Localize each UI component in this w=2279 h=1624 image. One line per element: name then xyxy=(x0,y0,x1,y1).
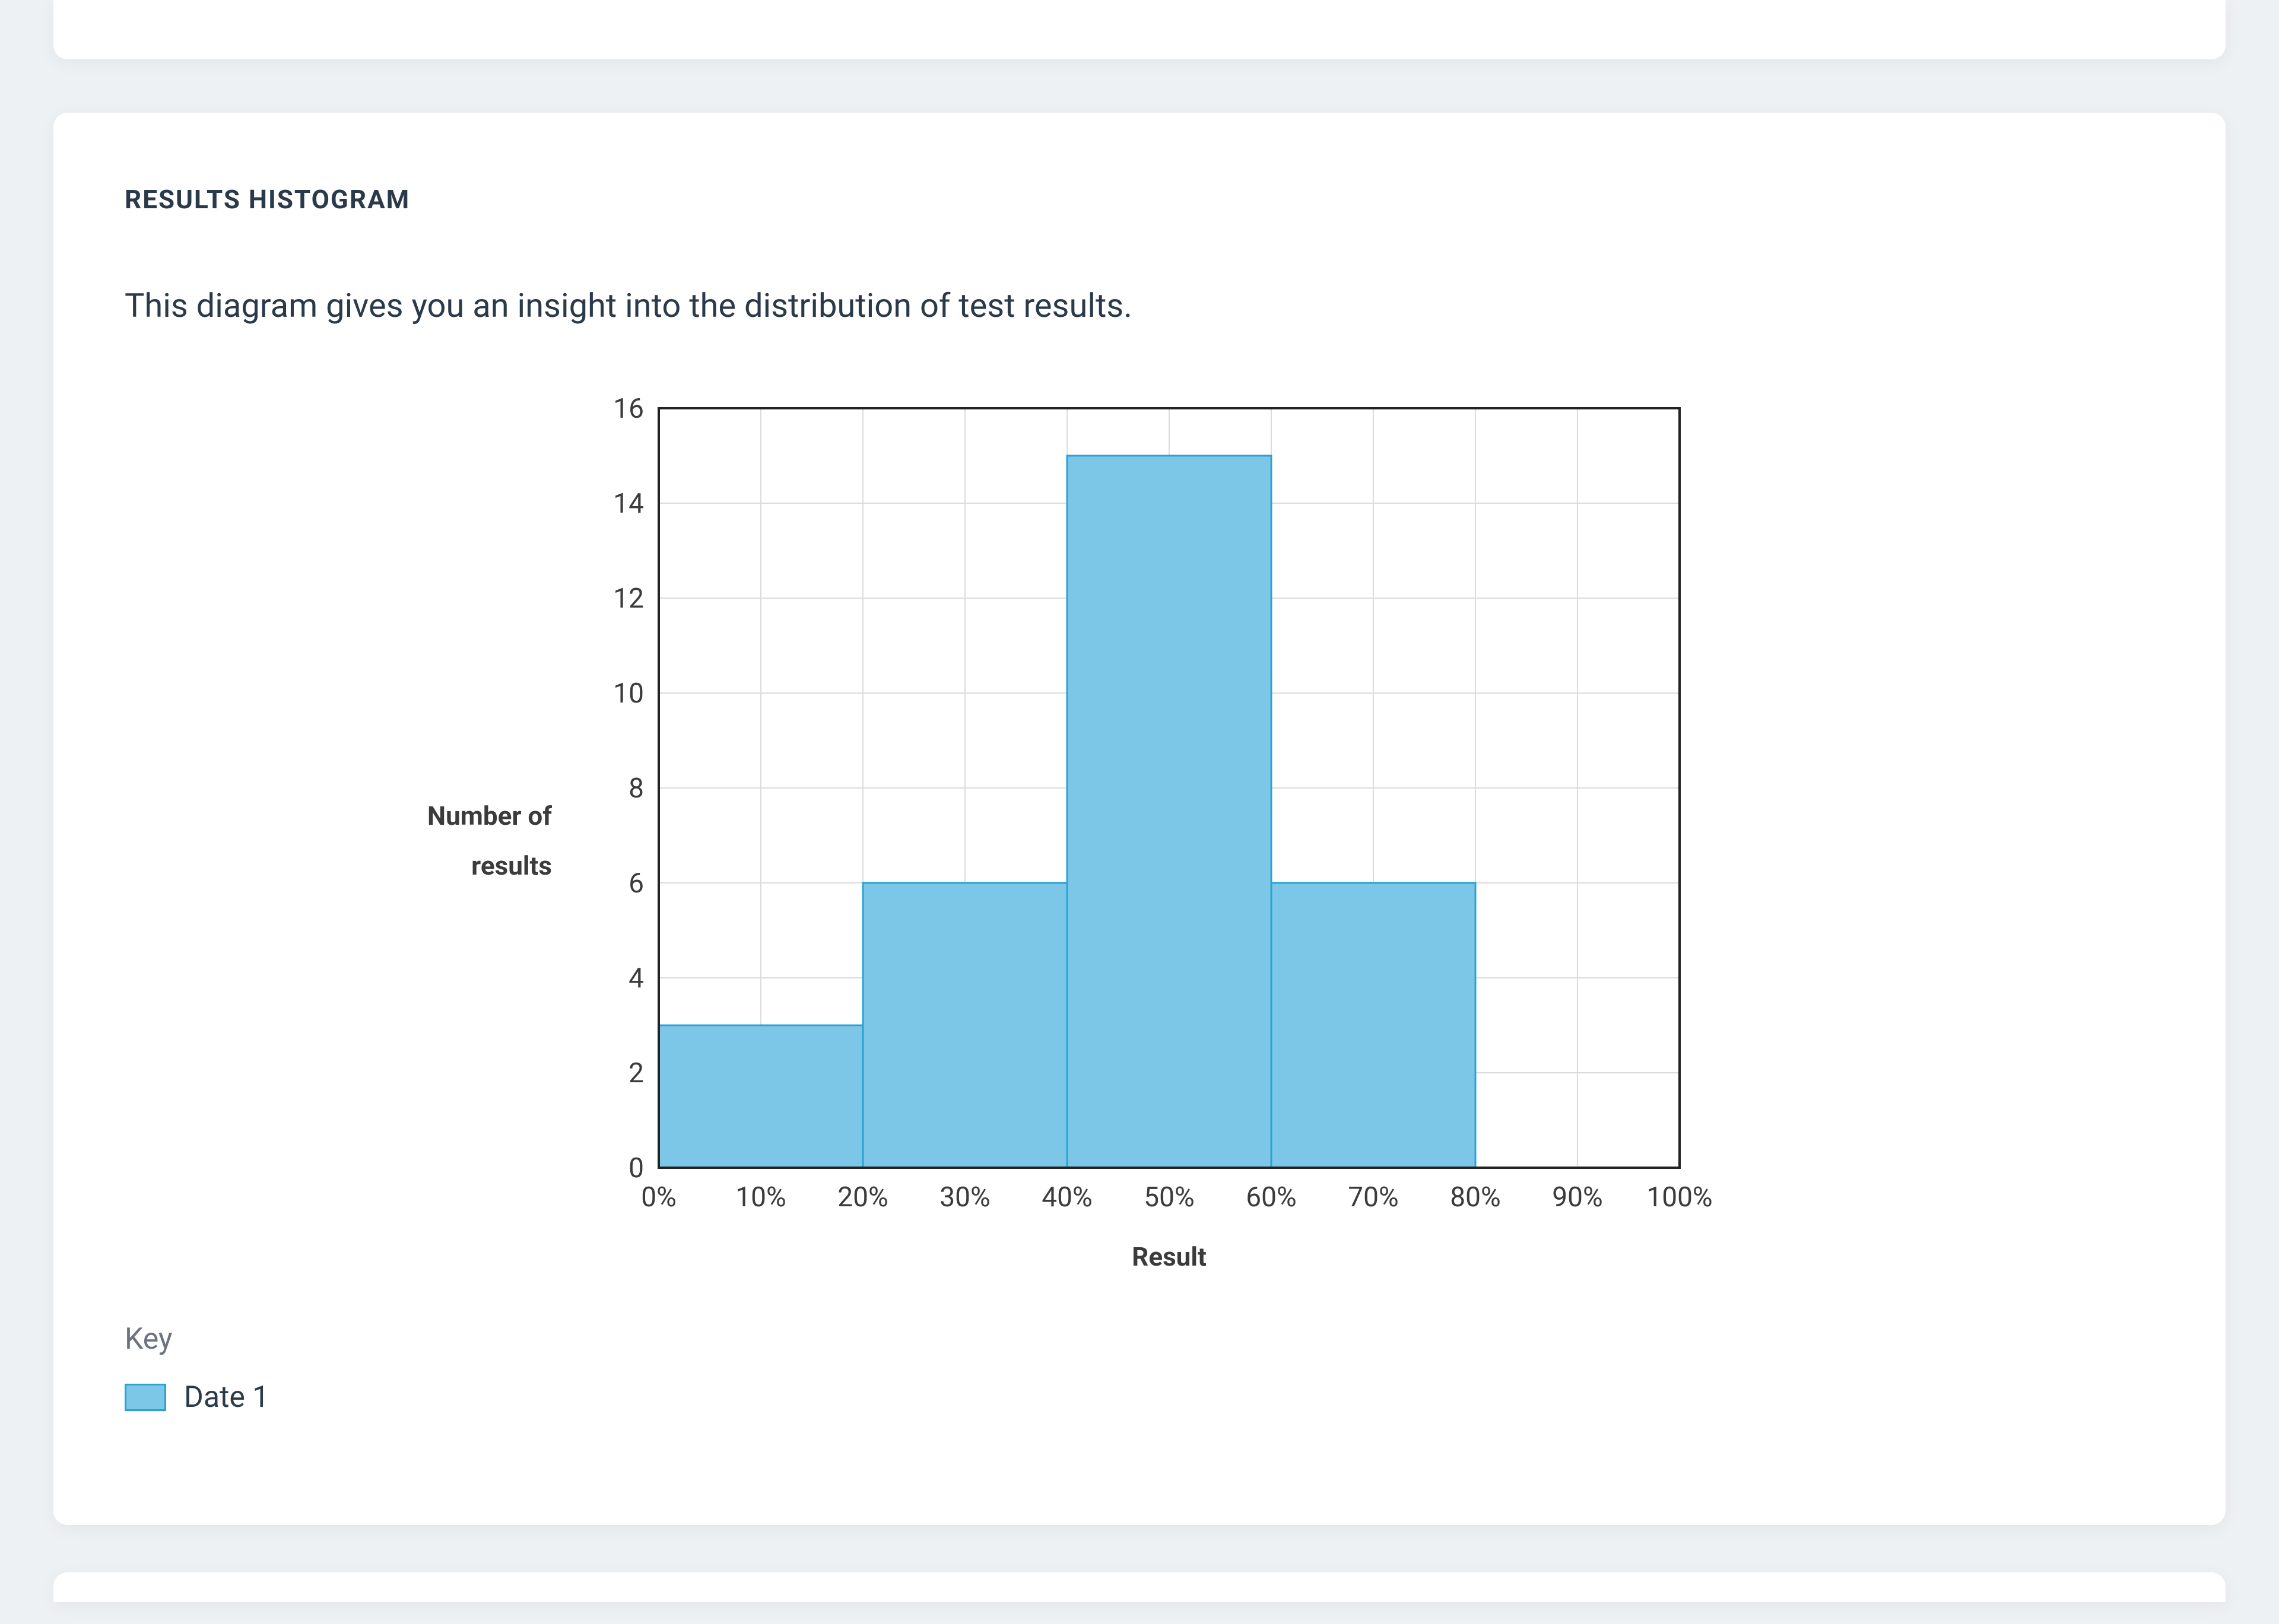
x-tick-label: 20% xyxy=(837,1181,888,1213)
x-tick-label: 50% xyxy=(1144,1181,1194,1213)
legend-title: Key xyxy=(125,1322,2154,1356)
y-tick-label: 12 xyxy=(613,583,644,615)
legend-swatch-icon xyxy=(125,1384,166,1411)
chart-area: Number of results 0 2 4 6 8 10 12 14 16 0% 10% 20% 3… xyxy=(125,396,2154,1286)
section-description: This diagram gives you an insight into t… xyxy=(125,286,2154,325)
y-tick-label: 0 xyxy=(629,1152,644,1184)
x-tick-label: 60% xyxy=(1246,1181,1296,1213)
x-tick-label: 10% xyxy=(735,1181,786,1213)
x-tick-label: 100% xyxy=(1646,1181,1712,1213)
prev-card-strip xyxy=(53,0,2226,59)
y-tick-label: 4 xyxy=(629,962,644,994)
x-tick-label: 70% xyxy=(1348,1181,1398,1213)
x-axis-label: Result xyxy=(1132,1241,1207,1272)
x-tick-label: 80% xyxy=(1450,1181,1500,1213)
histogram-bar xyxy=(863,883,1067,1168)
legend: Key Date 1 xyxy=(125,1322,2154,1415)
next-card-strip xyxy=(53,1572,2226,1602)
y-tick-label: 6 xyxy=(629,867,644,900)
legend-item-label: Date 1 xyxy=(184,1380,269,1415)
y-tick-label: 16 xyxy=(613,396,644,425)
y-tick-label: 2 xyxy=(629,1057,644,1089)
x-tick-label: 30% xyxy=(939,1181,990,1213)
y-tick-label: 10 xyxy=(613,678,644,710)
histogram-bar xyxy=(1271,883,1475,1168)
results-histogram-card: RESULTS HISTOGRAM This diagram gives you… xyxy=(53,113,2226,1525)
histogram-chart: 0 2 4 6 8 10 12 14 16 0% 10% 20% 30% 40% 50% 60% 70% 80% 9… xyxy=(588,396,1715,1286)
x-tick-label: 0% xyxy=(641,1181,677,1213)
histogram-bar xyxy=(1067,456,1271,1168)
y-tick-label: 14 xyxy=(613,488,644,520)
y-tick-label: 8 xyxy=(629,773,644,805)
y-axis-label: Number of results xyxy=(374,792,552,891)
x-tick-label: 40% xyxy=(1042,1181,1092,1213)
legend-item: Date 1 xyxy=(125,1380,2154,1415)
section-title: RESULTS HISTOGRAM xyxy=(125,184,2154,215)
histogram-bar xyxy=(659,1025,863,1168)
x-tick-label: 90% xyxy=(1552,1181,1602,1213)
